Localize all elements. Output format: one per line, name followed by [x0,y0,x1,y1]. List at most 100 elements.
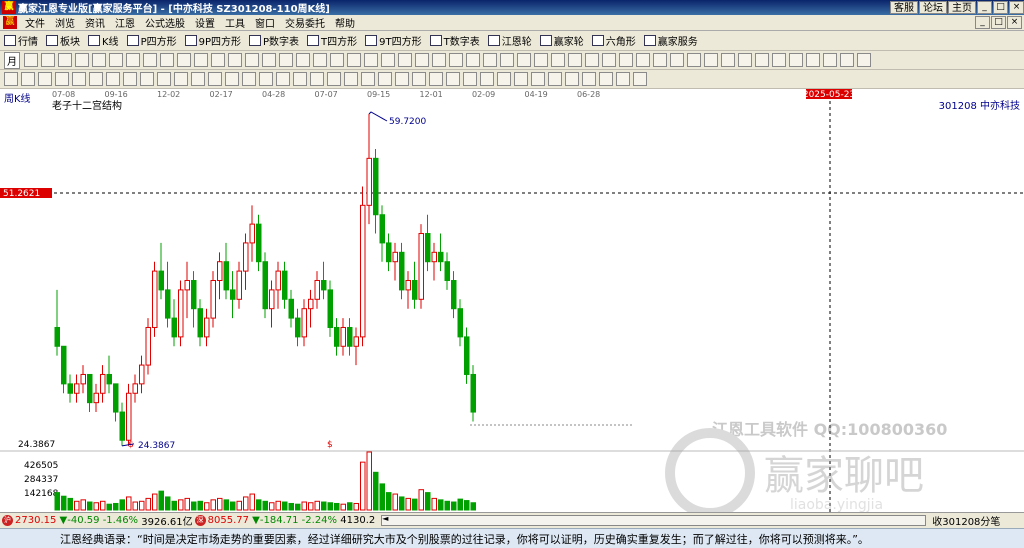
child-close-button[interactable]: × [1007,16,1022,29]
menu-file[interactable]: 文件 [20,15,50,30]
analysis-tool-icon[interactable] [4,72,18,86]
draw-tool-icon[interactable] [58,53,72,67]
draw-tool-icon[interactable] [721,53,735,67]
draw-tool-icon[interactable] [398,53,412,67]
draw-tool-icon[interactable] [840,53,854,67]
menu-trade[interactable]: 交易委托 [280,15,330,30]
draw-tool-icon[interactable] [24,53,38,67]
menu-help[interactable]: 帮助 [330,15,360,30]
draw-tool-icon[interactable] [670,53,684,67]
draw-tool-icon[interactable] [857,53,871,67]
draw-tool-icon[interactable] [41,53,55,67]
maximize-button[interactable]: □ [993,1,1008,14]
analysis-tool-icon[interactable] [89,72,103,86]
draw-tool-icon[interactable] [279,53,293,67]
analysis-tool-icon[interactable] [310,72,324,86]
child-restore-button[interactable]: □ [991,16,1006,29]
analysis-tool-icon[interactable] [140,72,154,86]
analysis-tool-icon[interactable] [565,72,579,86]
draw-tool-icon[interactable] [92,53,106,67]
analysis-tool-icon[interactable] [72,72,86,86]
draw-tool-icon[interactable] [602,53,616,67]
toolbar-btn-11[interactable]: 六角形 [591,33,636,48]
menu-window[interactable]: 窗口 [250,15,280,30]
menu-browse[interactable]: 浏览 [50,15,80,30]
analysis-tool-icon[interactable] [242,72,256,86]
draw-tool-icon[interactable] [806,53,820,67]
draw-tool-icon[interactable] [500,53,514,67]
draw-tool-icon[interactable] [415,53,429,67]
analysis-tool-icon[interactable] [531,72,545,86]
draw-tool-icon[interactable] [160,53,174,67]
analysis-tool-icon[interactable] [276,72,290,86]
toolbar-btn-9[interactable]: 江恩轮 [487,33,532,48]
analysis-tool-icon[interactable] [327,72,341,86]
draw-tool-icon[interactable] [330,53,344,67]
analysis-tool-icon[interactable] [106,72,120,86]
analysis-tool-icon[interactable] [395,72,409,86]
draw-tool-icon[interactable] [126,53,140,67]
draw-tool-icon[interactable] [347,53,361,67]
analysis-tool-icon[interactable] [616,72,630,86]
draw-tool-icon[interactable] [738,53,752,67]
draw-tool-icon[interactable] [636,53,650,67]
analysis-tool-icon[interactable] [55,72,69,86]
draw-tool-icon[interactable] [755,53,769,67]
child-minimize-button[interactable]: _ [975,16,990,29]
toolbar-btn-10[interactable]: 赢家轮 [539,33,584,48]
draw-tool-icon[interactable] [432,53,446,67]
draw-tool-icon[interactable] [296,53,310,67]
analysis-tool-icon[interactable] [361,72,375,86]
toolbar-btn-7[interactable]: 9T四方形 [365,33,422,48]
toolbar-btn-6[interactable]: T四方形 [307,33,357,48]
draw-tool-icon[interactable] [364,53,378,67]
toolbar-btn-8[interactable]: T数字表 [429,33,480,48]
draw-tool-icon[interactable] [568,53,582,67]
period-select[interactable]: 月 [4,51,20,69]
toolbar-btn-3[interactable]: P四方形 [126,33,177,48]
close-button[interactable]: × [1009,1,1024,14]
menu-news[interactable]: 资讯 [80,15,110,30]
draw-tool-icon[interactable] [75,53,89,67]
analysis-tool-icon[interactable] [225,72,239,86]
draw-tool-icon[interactable] [823,53,837,67]
analysis-tool-icon[interactable] [582,72,596,86]
draw-tool-icon[interactable] [143,53,157,67]
analysis-tool-icon[interactable] [463,72,477,86]
menu-settings[interactable]: 设置 [190,15,220,30]
toolbar-btn-1[interactable]: 板块 [46,33,80,48]
analysis-tool-icon[interactable] [429,72,443,86]
analysis-tool-icon[interactable] [157,72,171,86]
analysis-tool-icon[interactable] [480,72,494,86]
draw-tool-icon[interactable] [704,53,718,67]
analysis-tool-icon[interactable] [497,72,511,86]
scroll-left-arrow-icon[interactable]: ◄ [382,514,388,523]
service-link[interactable]: 客服 [890,1,918,14]
chart-area[interactable]: 周K线 老子十二宫结构 301208 中亦科技 07-08 09-16 12-02 0… [0,89,1024,518]
analysis-tool-icon[interactable] [208,72,222,86]
draw-tool-icon[interactable] [551,53,565,67]
menu-tools[interactable]: 工具 [220,15,250,30]
analysis-tool-icon[interactable] [123,72,137,86]
menu-gann[interactable]: 江恩 [110,15,140,30]
analysis-tool-icon[interactable] [344,72,358,86]
draw-tool-icon[interactable] [245,53,259,67]
draw-tool-icon[interactable] [381,53,395,67]
toolbar-btn-2[interactable]: K线 [88,33,119,48]
draw-tool-icon[interactable] [313,53,327,67]
analysis-tool-icon[interactable] [293,72,307,86]
draw-tool-icon[interactable] [534,53,548,67]
tick-detail-label[interactable]: 收301208分笔 [932,513,1000,528]
draw-tool-icon[interactable] [653,53,667,67]
minimize-button[interactable]: _ [977,1,992,14]
analysis-tool-icon[interactable] [514,72,528,86]
draw-tool-icon[interactable] [789,53,803,67]
draw-tool-icon[interactable] [177,53,191,67]
draw-tool-icon[interactable] [228,53,242,67]
draw-tool-icon[interactable] [483,53,497,67]
analysis-tool-icon[interactable] [38,72,52,86]
toolbar-btn-12[interactable]: 赢家服务 [643,33,698,48]
analysis-tool-icon[interactable] [21,72,35,86]
analysis-tool-icon[interactable] [191,72,205,86]
analysis-tool-icon[interactable] [412,72,426,86]
